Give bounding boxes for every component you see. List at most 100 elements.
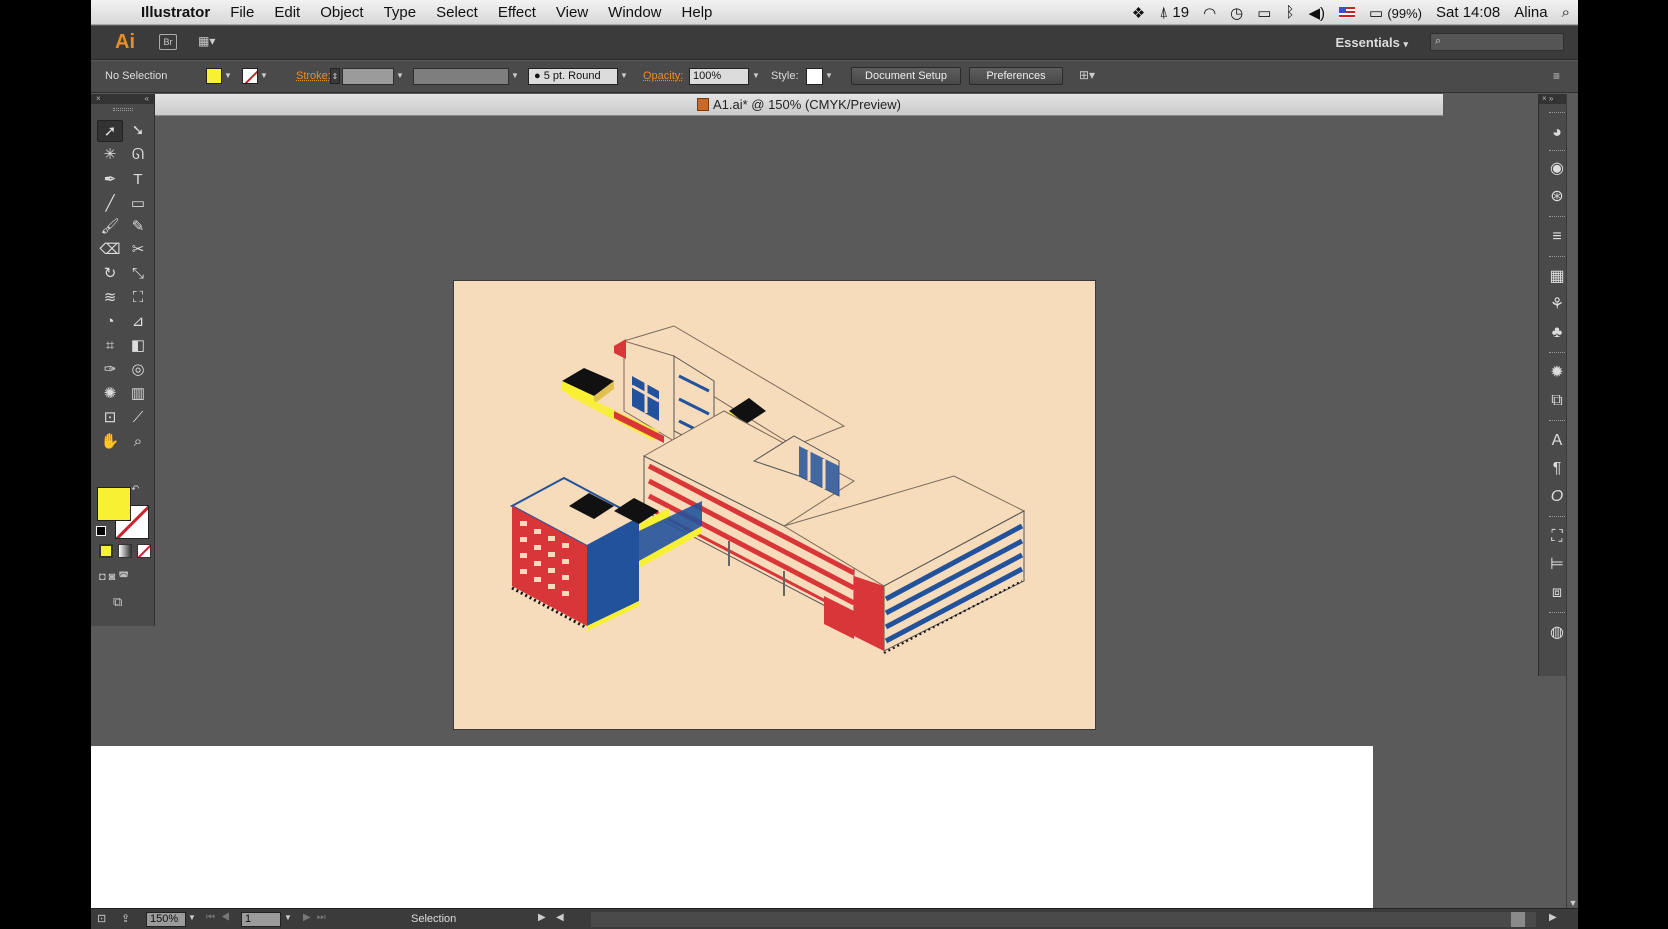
stroke-weight-dropdown[interactable]: ▼ <box>395 68 405 84</box>
menu-file[interactable]: File <box>220 4 264 21</box>
brush-dropdown[interactable]: ▼ <box>619 68 629 84</box>
graphic-style-swatch[interactable] <box>806 68 823 85</box>
selection-icon[interactable]: ➚ <box>97 120 123 142</box>
zoom-level-field[interactable]: 150% <box>146 912 186 927</box>
bauhaus-building-illustration[interactable] <box>454 281 1097 731</box>
vertical-scrollbar[interactable]: ▼ <box>1566 94 1578 908</box>
adobe-updates-icon[interactable]: ⍋ 19 <box>1159 4 1189 21</box>
color-mode-icon[interactable] <box>99 544 113 558</box>
scale-icon[interactable]: ⤡ <box>125 263 151 285</box>
opacity-label[interactable]: Opacity: <box>643 70 683 82</box>
menu-effect[interactable]: Effect <box>488 4 546 21</box>
artboard-dropdown[interactable]: ▼ <box>284 913 292 922</box>
spotlight-icon[interactable]: ⌕ <box>1562 4 1570 21</box>
line-icon[interactable]: ╱ <box>97 193 123 215</box>
zoom-dropdown[interactable]: ▼ <box>188 913 196 922</box>
clock[interactable]: Sat 14:08 <box>1436 4 1500 21</box>
hand-icon[interactable]: ✋ <box>97 431 123 453</box>
stroke-weight-stepper[interactable]: ⇕ <box>330 68 340 84</box>
gradient-mode-icon[interactable] <box>118 544 132 558</box>
blend-icon[interactable]: ◎ <box>125 359 151 381</box>
magic-wand-icon[interactable]: ✳ <box>97 144 123 166</box>
perspective-grid-icon[interactable]: ⊿ <box>125 311 151 333</box>
align-options-icon[interactable]: ⊞▾ <box>1079 68 1095 82</box>
horizontal-scrollbar[interactable] <box>591 912 1536 927</box>
scroll-thumb[interactable] <box>1511 912 1525 927</box>
menu-select[interactable]: Select <box>426 4 488 21</box>
scissors-icon[interactable]: ✂ <box>125 239 151 261</box>
preferences-button[interactable]: Preferences <box>969 67 1063 85</box>
swap-fill-stroke-icon[interactable]: ↶ <box>131 484 139 495</box>
battery-icon[interactable]: ▭ (99%) <box>1369 4 1422 22</box>
paintbrush-icon[interactable]: 🖌 <box>97 216 123 238</box>
screen-mode-icon[interactable]: ⧉ <box>113 594 122 610</box>
variable-width-profile[interactable] <box>413 68 509 85</box>
menu-object[interactable]: Object <box>310 4 373 21</box>
scroll-right-arrow[interactable]: ▶ <box>1549 912 1557 923</box>
rectangle-icon[interactable]: ▭ <box>125 193 151 215</box>
shape-builder-icon[interactable]: ◔ <box>97 311 123 333</box>
time-machine-icon[interactable]: ◷ <box>1230 4 1243 22</box>
volume-icon[interactable]: ◀) <box>1308 4 1325 22</box>
gpu-icon[interactable]: ⊡ <box>97 912 106 925</box>
menu-type[interactable]: Type <box>374 4 427 21</box>
menu-help[interactable]: Help <box>672 4 723 21</box>
document-tab[interactable]: A1.ai* @ 150% (CMYK/Preview) <box>155 94 1443 116</box>
status-menu-arrow[interactable]: ▶ <box>538 912 546 923</box>
wifi-icon[interactable]: ◠ <box>1203 4 1216 22</box>
default-fill-stroke-icon[interactable] <box>96 526 106 536</box>
workspace-switcher[interactable]: Essentials ▾ <box>1336 35 1408 50</box>
menu-window[interactable]: Window <box>598 4 671 21</box>
display-icon[interactable]: ▭ <box>1257 4 1271 22</box>
menu-edit[interactable]: Edit <box>264 4 310 21</box>
eyedropper-icon[interactable]: ✑ <box>97 359 123 381</box>
type-icon[interactable]: T <box>125 169 151 191</box>
bridge-button[interactable]: Br <box>159 34 177 50</box>
canvas-blank-area[interactable] <box>91 746 1373 908</box>
document-setup-button[interactable]: Document Setup <box>851 67 961 85</box>
expand-icon[interactable]: » <box>1549 94 1553 103</box>
warp-icon[interactable]: ≋ <box>97 287 123 309</box>
share-icon[interactable]: ⇪ <box>121 912 130 925</box>
style-dropdown[interactable]: ▼ <box>824 68 834 84</box>
dropbox-icon[interactable]: ❖ <box>1132 4 1145 22</box>
artboard[interactable] <box>453 280 1096 730</box>
artboard-nav-prev[interactable]: ⏮◀ <box>206 912 236 923</box>
arrange-documents-button[interactable]: ▦▾ <box>198 34 228 50</box>
draw-mode-icons[interactable]: ◘◙◚ <box>99 570 132 583</box>
bluetooth-icon[interactable]: ᛒ <box>1285 4 1294 21</box>
mesh-icon[interactable]: ⌗ <box>97 335 123 357</box>
close-icon[interactable]: × <box>96 94 101 104</box>
artboard-nav-next[interactable]: ▶⏭ <box>303 912 332 923</box>
fill-swatch[interactable] <box>206 68 222 84</box>
menu-app-name[interactable]: Illustrator <box>131 4 220 21</box>
panel-grip[interactable] <box>112 108 133 111</box>
user-name[interactable]: Alina <box>1514 4 1547 21</box>
profile-dropdown[interactable]: ▼ <box>510 68 520 84</box>
lasso-icon[interactable]: ᘏ <box>125 144 151 166</box>
collapse-icon[interactable]: « <box>145 94 149 104</box>
brush-definition[interactable]: ● 5 pt. Round <box>528 68 618 85</box>
symbol-sprayer-icon[interactable]: ✺ <box>97 383 123 405</box>
scroll-left-arrow[interactable]: ◀ <box>556 912 564 923</box>
input-flag-icon[interactable] <box>1338 7 1355 18</box>
menu-view[interactable]: View <box>546 4 598 21</box>
zoom-icon[interactable]: ⌕ <box>125 431 151 453</box>
artboard-icon[interactable]: ⊡ <box>97 407 123 429</box>
blob-brush-icon[interactable]: ⌫ <box>97 239 123 261</box>
artboard-number-field[interactable]: 1 <box>241 912 281 927</box>
scroll-down-arrow[interactable]: ▼ <box>1567 898 1578 908</box>
gradient-icon[interactable]: ◧ <box>125 335 151 357</box>
help-search-input[interactable]: ⌕ <box>1430 33 1564 51</box>
panel-menu-icon[interactable]: ≡ <box>1553 69 1560 83</box>
stroke-dropdown-arrow[interactable]: ▼ <box>259 68 269 84</box>
free-transform-icon[interactable]: ⛶ <box>125 287 151 309</box>
pen-icon[interactable]: ✒ <box>97 169 123 191</box>
stroke-weight-field[interactable] <box>342 68 394 85</box>
rotate-icon[interactable]: ↻ <box>97 263 123 285</box>
direct-selection-icon[interactable]: ➘ <box>125 120 151 142</box>
opacity-dropdown[interactable]: ▼ <box>751 68 761 84</box>
opacity-field[interactable]: 100% <box>689 68 749 85</box>
fill-color-box[interactable] <box>97 487 131 521</box>
none-mode-icon[interactable] <box>137 544 151 558</box>
